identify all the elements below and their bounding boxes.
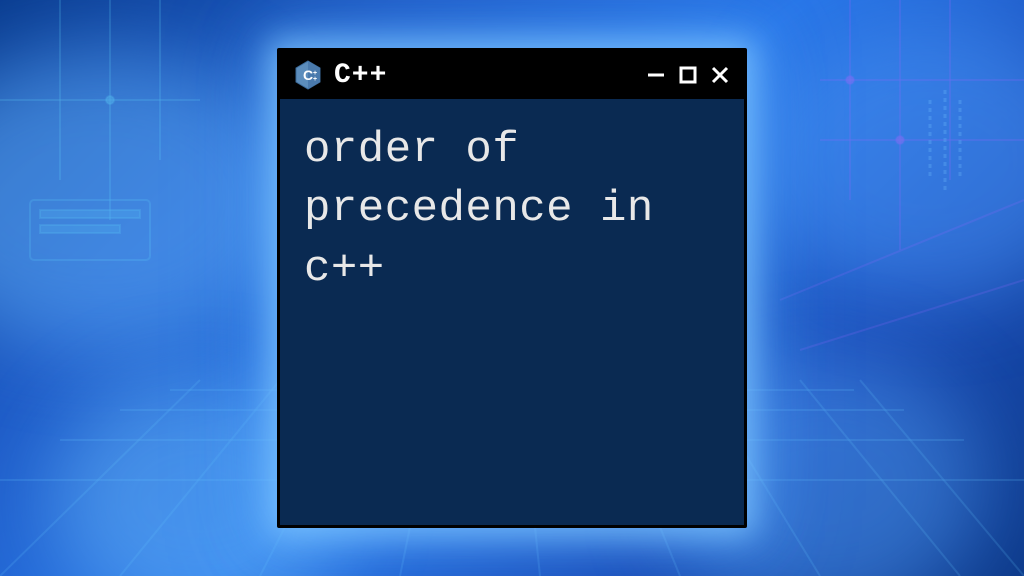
cpp-icon: C + + <box>292 59 324 91</box>
titlebar[interactable]: C + + C++ <box>280 51 744 99</box>
minimize-button[interactable] <box>644 63 668 87</box>
close-button[interactable] <box>708 63 732 87</box>
window-controls <box>644 63 732 87</box>
svg-text:+: + <box>313 76 317 83</box>
terminal-content: order of precedence in c++ <box>280 99 744 321</box>
svg-text:C: C <box>303 67 313 83</box>
window-title: C++ <box>334 60 387 91</box>
maximize-button[interactable] <box>676 63 700 87</box>
terminal-window: C + + C++ order of precedence in c++ <box>277 48 747 528</box>
